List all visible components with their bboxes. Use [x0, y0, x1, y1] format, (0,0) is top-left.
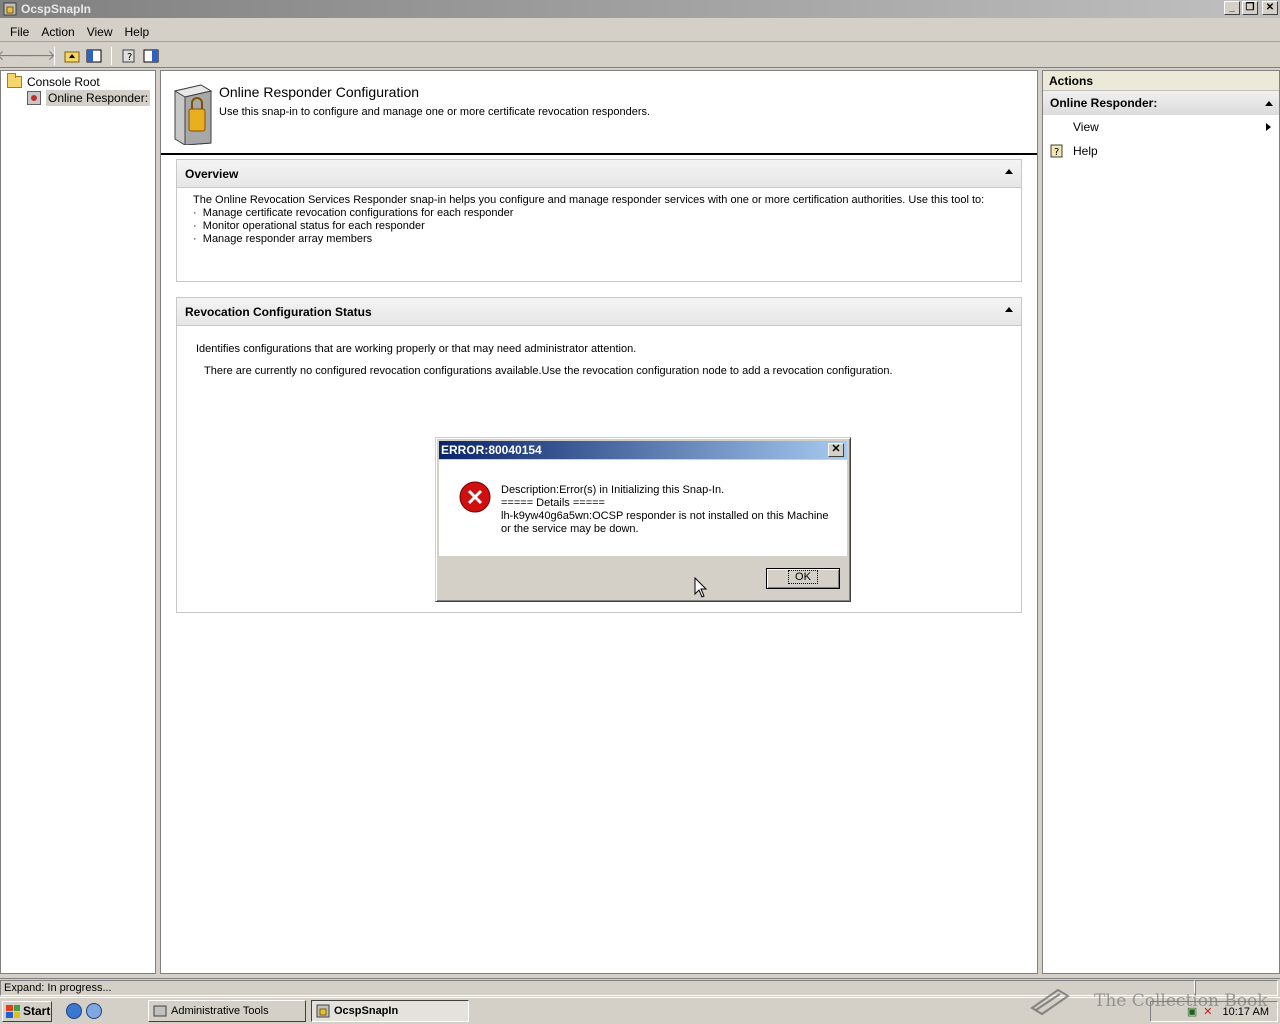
page-title: Online Responder Configuration [219, 84, 420, 100]
action-help[interactable]: ? Help [1043, 139, 1279, 163]
collapse-icon[interactable] [1265, 101, 1273, 106]
list-item: · Manage certificate revocation configur… [193, 207, 514, 219]
mouse-cursor-icon [694, 577, 708, 598]
menu-bar: File Action View Help [0, 22, 1280, 42]
snapin-header: Online Responder Configuration Use this … [161, 71, 1037, 155]
close-button[interactable]: ✕ [1262, 1, 1278, 15]
show-hide-tree-button[interactable] [83, 46, 105, 66]
windows-logo-icon [6, 1004, 20, 1018]
console-tree-icon [86, 49, 102, 62]
dialog-close-button[interactable]: ✕ [828, 443, 844, 457]
toolbar: 🡐 🡒 ? [0, 44, 1280, 68]
admin-tools-icon [153, 1005, 167, 1017]
certificate-server-icon [171, 83, 213, 146]
show-hide-action-pane-button[interactable] [140, 46, 162, 66]
snapin-app-icon [316, 1004, 330, 1018]
overview-intro: The Online Revocation Services Responder… [193, 194, 985, 206]
svg-text:?: ? [1054, 147, 1059, 158]
collapse-icon[interactable] [1005, 307, 1013, 312]
list-item: · Monitor operational status for each re… [193, 220, 425, 232]
start-button[interactable]: Start [2, 1000, 52, 1022]
forward-button[interactable]: 🡒 [18, 46, 56, 66]
forward-arrow-icon: 🡒 [18, 47, 56, 63]
menu-file[interactable]: File [4, 25, 35, 39]
help-toolbar-button[interactable]: ? [118, 46, 140, 66]
error-dialog: ERROR:80040154 ✕ Description:Error(s) in… [435, 437, 851, 602]
tree-item-console-root[interactable]: Console Root [7, 73, 100, 89]
folder-up-icon [64, 51, 80, 62]
quick-launch [66, 1003, 102, 1019]
menu-action[interactable]: Action [35, 25, 80, 39]
internet-explorer-icon[interactable] [66, 1003, 82, 1019]
watermark: The Collection Book [1030, 978, 1270, 1024]
online-responder-icon [27, 91, 41, 105]
task-ocspsnapin[interactable]: OcspSnapIn [311, 1000, 469, 1022]
submenu-arrow-icon [1266, 123, 1271, 131]
tree-item-label: Console Root [27, 75, 100, 89]
browser-icon[interactable] [86, 1003, 102, 1019]
watermark-text: The Collection Book [1094, 991, 1268, 1011]
action-pane-icon [143, 49, 159, 62]
dialog-titlebar[interactable]: ERROR:80040154 ✕ [439, 441, 847, 459]
menu-help[interactable]: Help [119, 25, 156, 39]
help-icon: ? [1050, 144, 1063, 158]
task-administrative-tools[interactable]: Administrative Tools [148, 1000, 306, 1022]
revocation-status-header[interactable]: Revocation Configuration Status [177, 298, 1021, 326]
actions-pane: Actions Online Responder: View ? Help [1042, 70, 1280, 974]
window-title: OcspSnapIn [21, 2, 92, 16]
error-icon [459, 481, 491, 513]
book-icon [1030, 988, 1070, 1016]
action-view[interactable]: View [1043, 115, 1279, 139]
help-book-icon: ? [122, 49, 135, 63]
console-tree-pane: Console Root Online Responder: [0, 70, 156, 974]
folder-icon [7, 73, 22, 88]
actions-group-online-responder[interactable]: Online Responder: [1043, 91, 1279, 115]
dialog-title: ERROR:80040154 [441, 443, 542, 457]
status-text: Expand: In progress... [0, 979, 1195, 996]
dialog-body: Description:Error(s) in Initializing thi… [439, 460, 847, 556]
restore-button[interactable]: ❐ [1242, 1, 1258, 15]
minimize-button[interactable]: _ [1224, 1, 1240, 15]
section-title: Overview [185, 166, 239, 181]
dialog-message: Description:Error(s) in Initializing thi… [501, 484, 829, 535]
tree-item-label: Online Responder: [46, 90, 151, 106]
menu-view[interactable]: View [81, 25, 119, 39]
revocation-status-message: There are currently no configured revoca… [204, 365, 893, 377]
revocation-status-description: Identifies configurations that are worki… [196, 343, 637, 355]
section-title: Revocation Configuration Status [185, 304, 372, 319]
svg-text:?: ? [127, 52, 132, 63]
up-one-level-button[interactable] [61, 46, 83, 66]
snapin-app-icon [3, 2, 17, 16]
overview-section: Overview The Online Revocation Services … [176, 159, 1022, 282]
actions-header: Actions [1043, 71, 1279, 91]
page-subtitle: Use this snap-in to configure and manage… [219, 106, 651, 118]
list-item: · Manage responder array members [193, 233, 373, 245]
ok-button[interactable]: OK [766, 568, 840, 589]
collapse-icon[interactable] [1005, 169, 1013, 174]
window-titlebar[interactable]: OcspSnapIn _ ❐ ✕ [0, 0, 1280, 18]
tree-item-online-responder[interactable]: Online Responder: [27, 90, 151, 106]
overview-header[interactable]: Overview [177, 160, 1021, 188]
